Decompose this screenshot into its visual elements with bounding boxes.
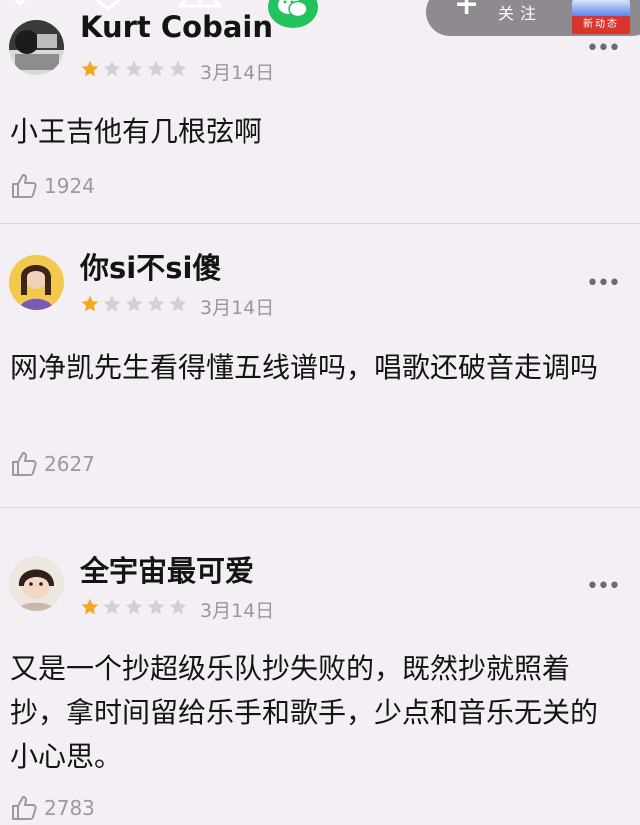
like-count: 1924 bbox=[44, 174, 95, 198]
more-dots-icon[interactable]: ••• bbox=[586, 576, 621, 598]
comment-text: 又是一个抄超级乐队抄失败的，既然抄就照着抄，拿时间留给乐手和歌手，少点和音乐无关… bbox=[10, 652, 599, 773]
like-button[interactable]: 1924 bbox=[10, 172, 95, 200]
close-icon[interactable] bbox=[4, 0, 38, 20]
star-rating bbox=[80, 59, 188, 79]
like-count: 2627 bbox=[44, 452, 95, 476]
star-icon bbox=[81, 295, 99, 312]
avatar[interactable] bbox=[9, 255, 64, 310]
star-rating bbox=[80, 294, 188, 314]
comment-text: 小王吉他有几根弦啊 bbox=[10, 115, 263, 148]
comment-text: 网净凯先生看得懂五线谱吗，唱歌还破音走调吗 bbox=[10, 351, 599, 384]
like-count: 2783 bbox=[44, 796, 95, 820]
star-icon bbox=[103, 598, 121, 615]
channel-logo: 新动态 bbox=[572, 0, 630, 34]
star-icon bbox=[147, 598, 165, 615]
divider bbox=[0, 507, 640, 508]
star-icon bbox=[103, 295, 121, 312]
divider bbox=[0, 223, 640, 224]
thumbs-up-icon bbox=[12, 796, 37, 820]
star-icon bbox=[81, 598, 99, 615]
comment-date: 3月14日 bbox=[200, 600, 275, 622]
like-button[interactable]: 2783 bbox=[10, 794, 95, 822]
wechat-share-icon[interactable] bbox=[268, 0, 318, 28]
star-icon bbox=[81, 60, 99, 77]
more-dots-icon[interactable]: ••• bbox=[586, 38, 621, 60]
follow-plus-icon[interactable]: + bbox=[454, 0, 479, 20]
star-icon bbox=[125, 295, 143, 312]
like-button[interactable]: 2627 bbox=[10, 450, 95, 478]
star-icon bbox=[147, 60, 165, 77]
heart-icon[interactable] bbox=[88, 0, 122, 20]
username[interactable]: 全宇宙最可爱 bbox=[80, 548, 254, 590]
star-icon bbox=[169, 598, 187, 615]
more-dots-icon[interactable]: ••• bbox=[586, 273, 621, 295]
thumbs-up-icon bbox=[12, 452, 37, 476]
share-overlay-bar: + 关注 新动态 bbox=[0, 0, 640, 40]
avatar[interactable] bbox=[9, 556, 64, 611]
channel-logo-text: 新动态 bbox=[572, 16, 630, 34]
star-icon bbox=[103, 60, 121, 77]
star-rating bbox=[80, 597, 188, 617]
comment-date: 3月14日 bbox=[200, 297, 275, 319]
username[interactable]: 你si不si傻 bbox=[80, 245, 221, 287]
comment-date: 3月14日 bbox=[200, 62, 275, 84]
star-icon bbox=[169, 60, 187, 77]
star-icon bbox=[169, 295, 187, 312]
star-icon bbox=[125, 60, 143, 77]
warning-icon[interactable] bbox=[176, 0, 224, 20]
thumbs-up-icon bbox=[12, 174, 37, 198]
follow-label[interactable]: 关注 bbox=[498, 0, 542, 24]
star-icon bbox=[125, 598, 143, 615]
star-icon bbox=[147, 295, 165, 312]
